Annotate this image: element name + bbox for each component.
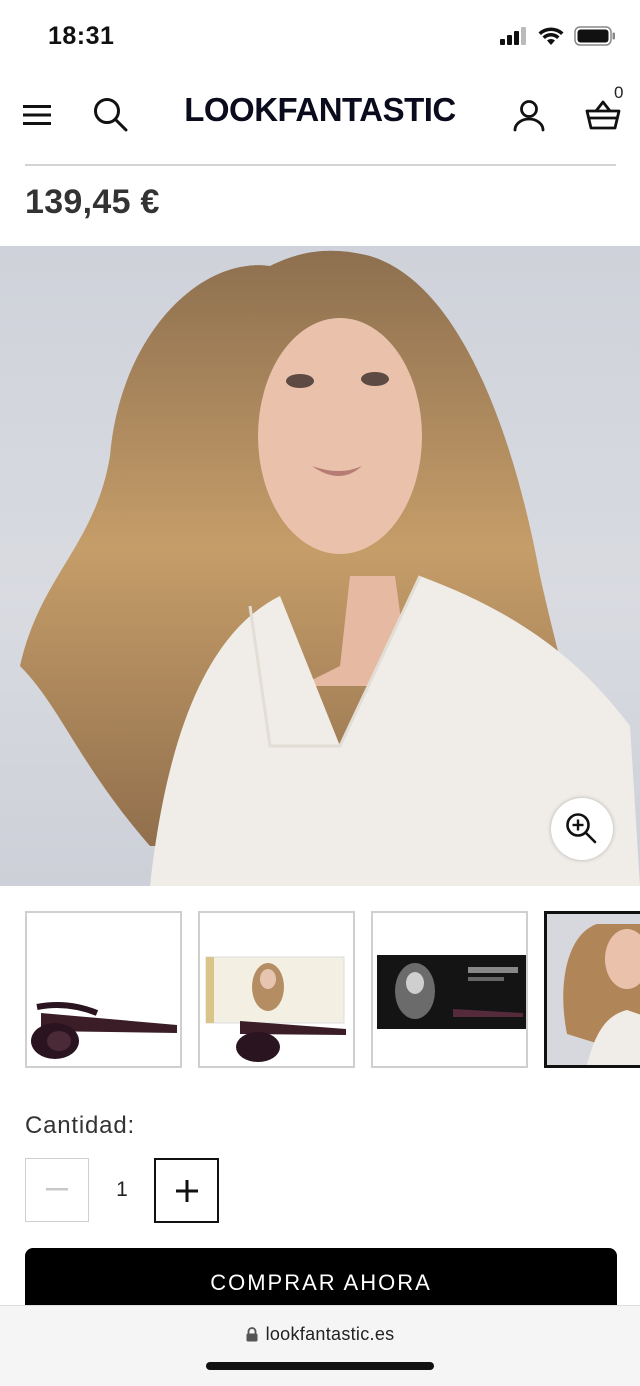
lock-icon xyxy=(246,1327,258,1342)
curler-product-image xyxy=(31,1002,177,1059)
basket-icon xyxy=(585,100,621,130)
header-divider xyxy=(25,164,616,166)
packaged-product-image xyxy=(205,956,346,1062)
thumbnail-2[interactable] xyxy=(198,911,355,1068)
signal-icon xyxy=(500,27,526,45)
status-bar: 18:31 xyxy=(0,0,640,75)
status-time: 18:31 xyxy=(48,22,115,50)
battery-icon xyxy=(574,26,615,46)
zoom-button[interactable] xyxy=(551,798,613,860)
user-icon xyxy=(513,100,545,132)
minus-icon xyxy=(46,1188,68,1191)
quantity-value[interactable]: 1 xyxy=(100,1178,144,1202)
basket-count: 0 xyxy=(614,83,624,102)
model-thumbnail-image xyxy=(547,914,640,1065)
plus-icon xyxy=(175,1179,198,1202)
thumbnail-4[interactable] xyxy=(544,911,640,1068)
url-text: lookfantastic.es xyxy=(265,1324,395,1344)
thumbnail-strip[interactable] xyxy=(25,911,640,1073)
home-indicator[interactable] xyxy=(206,1362,434,1370)
status-icons xyxy=(500,26,616,46)
quantity-label: Cantidad: xyxy=(25,1112,135,1139)
quantity-decrease-button[interactable] xyxy=(25,1158,89,1222)
thumbnail-1[interactable] xyxy=(25,911,182,1068)
quantity-increase-button[interactable] xyxy=(154,1158,219,1223)
zoom-in-icon xyxy=(566,813,597,844)
site-header: LOOKFANTASTIC 0 xyxy=(0,75,640,165)
browser-url[interactable]: lookfantastic.es xyxy=(0,1324,640,1345)
wifi-icon xyxy=(538,26,564,45)
product-box-image xyxy=(377,955,526,1029)
thumbnail-3[interactable] xyxy=(371,911,528,1068)
product-main-image[interactable] xyxy=(0,246,640,886)
product-price: 139,45 € xyxy=(25,183,160,221)
browser-address-bar[interactable]: lookfantastic.es xyxy=(0,1305,640,1386)
account-button[interactable] xyxy=(507,93,551,137)
model-photo xyxy=(20,250,640,886)
